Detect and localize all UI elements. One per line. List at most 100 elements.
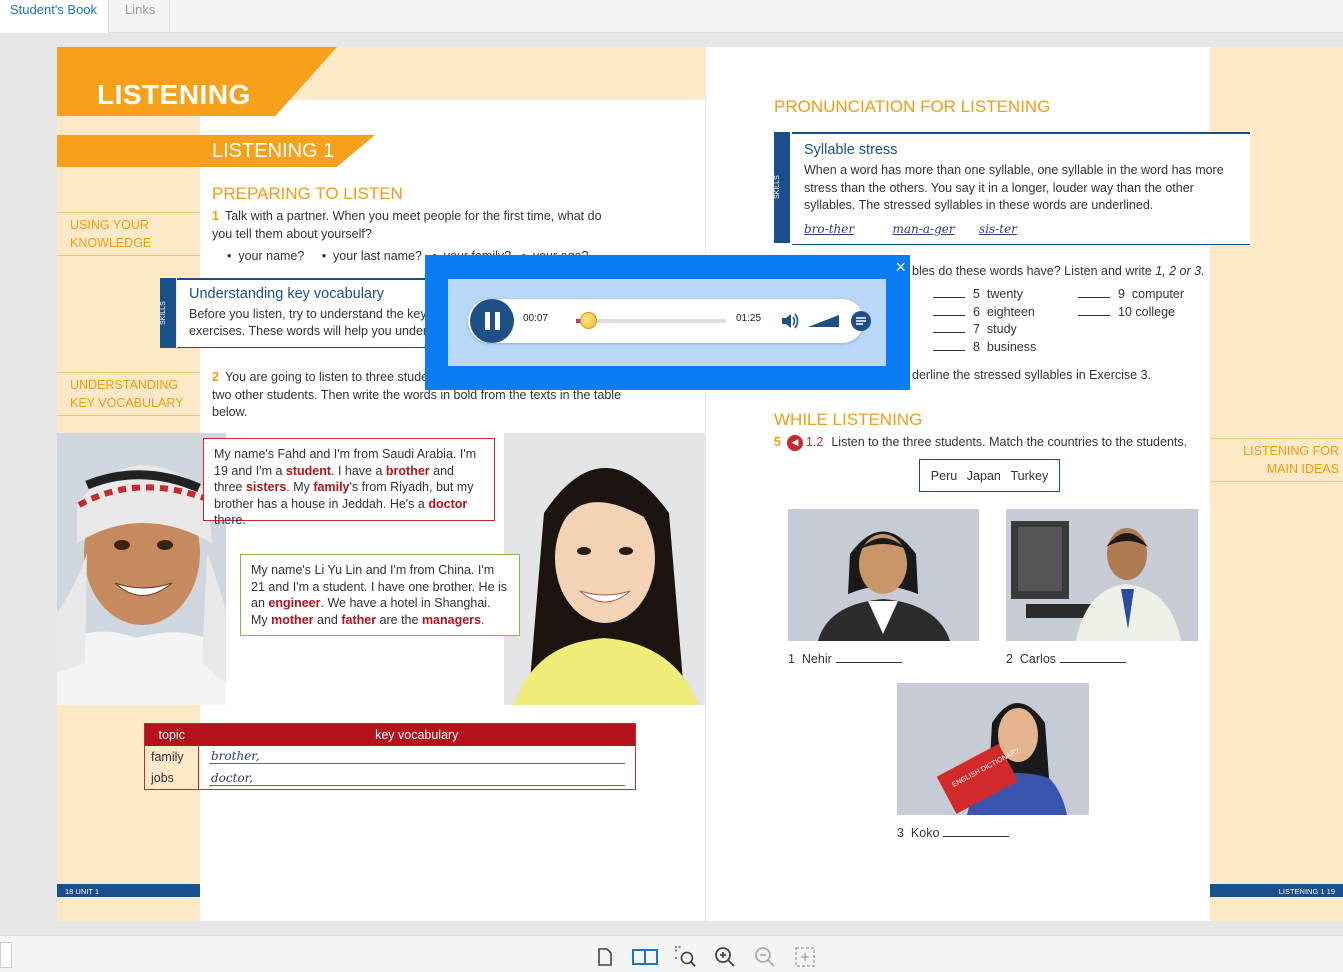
skill-title: Syllable stress	[804, 142, 898, 158]
word-item: 5 twenty	[933, 286, 1073, 304]
handwritten-answer: doctor,	[209, 771, 625, 786]
li-photo	[504, 433, 705, 705]
side-label-main-ideas: LISTENING FOR MAIN IDEAS	[1210, 438, 1343, 482]
table-row: jobs doctor,	[145, 767, 636, 790]
zoom-area-icon[interactable]	[675, 946, 697, 968]
table-header: key vocabulary	[198, 723, 636, 746]
side-label-using-knowledge: USING YOUR KNOWLEDGE	[57, 212, 200, 256]
bold-word: student	[285, 463, 332, 478]
tab-students-book[interactable]: Student's Book	[0, 0, 109, 33]
word-item: 6 eighteen	[933, 304, 1073, 322]
skill-text: When a word has more than one syllable, …	[804, 163, 1224, 212]
right-page: PRONUNCIATION FOR LISTENING SKILLS Sylla…	[706, 47, 1343, 921]
zoom-out-icon[interactable]	[754, 946, 776, 968]
audio-progress-bar[interactable]	[576, 312, 726, 329]
example-word: man-a-ger	[892, 221, 955, 236]
exercise-1: 1 Talk with a partner. When you meet peop…	[212, 208, 622, 243]
country-option: Turkey	[1010, 468, 1049, 483]
exercise-number: 1	[212, 209, 219, 223]
bullet-item: your last name?	[333, 249, 422, 263]
word-list-column-2: 9 computer 10 college	[1078, 286, 1218, 321]
word-item: 9 computer	[1078, 286, 1218, 304]
top-tab-bar: Student's Book Links	[0, 0, 1343, 33]
bold-word: doctor	[428, 496, 468, 511]
single-page-icon[interactable]	[594, 946, 616, 968]
zoom-in-icon[interactable]	[714, 946, 736, 968]
answer-blank[interactable]	[1060, 662, 1127, 663]
tab-links[interactable]: Links	[109, 0, 170, 33]
exercise-number: 2	[212, 370, 219, 384]
skill-box-syllable-stress: Syllable stress When a word has more tha…	[792, 132, 1250, 245]
bold-word: sisters	[245, 480, 287, 494]
preparing-title: PREPARING TO LISTEN	[212, 184, 403, 203]
progress-knob[interactable]	[580, 312, 598, 329]
koko-illustration: ENGLISH DICTIONARY	[897, 683, 1089, 815]
volume-slider[interactable]	[808, 314, 840, 333]
example-word: sis-ter	[979, 221, 1017, 236]
carlos-caption: 2 Carlos	[1006, 652, 1127, 666]
bold-word: father	[341, 612, 377, 627]
bold-word: engineer	[268, 596, 321, 610]
table-cell-vocab[interactable]: doctor,	[198, 767, 636, 790]
bold-word: managers	[421, 612, 481, 627]
exercise-number: 5	[774, 435, 781, 449]
answer-blank[interactable]	[943, 836, 1010, 837]
exercise-5: 5 ◀ 1.2 Listen to the three students. Ma…	[774, 434, 1187, 452]
answer-blank[interactable]	[835, 662, 902, 663]
table-header: topic	[144, 723, 199, 746]
key-vocabulary-table: topic key vocabulary family brother, job…	[144, 723, 636, 790]
tab-label: Student's Book	[10, 2, 98, 17]
audio-controls: 00:07 01:25	[468, 299, 871, 343]
fahd-photo	[57, 433, 226, 705]
bold-word: mother	[271, 612, 314, 627]
sub-banner-title: LISTENING 1	[212, 140, 335, 162]
page-footer-right: LISTENING 1 19	[1210, 884, 1343, 897]
word-item: 7 study	[933, 321, 1073, 339]
audio-track-icon[interactable]: ◀	[786, 434, 803, 451]
handwritten-answer: brother,	[209, 749, 625, 764]
nehir-illustration	[788, 509, 979, 641]
bottom-toolbar	[0, 935, 1343, 972]
tab-label: Links	[125, 2, 156, 17]
country-option: Japan	[966, 468, 1001, 483]
table-cell-vocab[interactable]: brother,	[198, 745, 636, 768]
banner-title: LISTENING	[97, 79, 251, 110]
current-time: 00:07	[523, 313, 549, 324]
left-page: LISTENING LISTENING 1 PREPARING TO LISTE…	[57, 47, 705, 921]
pause-button[interactable]	[470, 299, 514, 343]
close-icon[interactable]: ×	[895, 258, 906, 276]
track-number: 1.2	[805, 435, 824, 449]
exercise-1-text: Talk with a partner. When you meet peopl…	[212, 209, 602, 241]
transcript-icon[interactable]	[850, 310, 872, 337]
side-label-key-vocabulary: UNDERSTANDING KEY VOCABULARY	[57, 372, 200, 416]
volume-icon[interactable]	[780, 311, 800, 336]
table-cell-topic: jobs	[151, 771, 174, 786]
listening-1-banner: LISTENING 1	[57, 135, 375, 167]
fahd-speech-bubble: My name's Fahd and I'm from Saudi Arabia…	[203, 438, 495, 527]
page-footer-left: 18 UNIT 1	[57, 884, 200, 897]
table-row: family brother,	[145, 745, 636, 768]
skills-tab: SKILLS	[774, 132, 790, 243]
syllable-examples: bro-ther man-a-ger sis-ter	[804, 220, 1238, 238]
sidebar-toggle[interactable]	[0, 942, 12, 968]
table-header-row: topic key vocabulary	[144, 723, 636, 746]
pause-icon	[484, 312, 490, 330]
word-list-column-1: 5 twenty 6 eighteen 7 study 8 business	[933, 286, 1073, 356]
li-speech-bubble: My name's Li Yu Lin and I'm from China. …	[240, 554, 520, 636]
while-listening-title: WHILE LISTENING	[774, 410, 923, 429]
fit-page-icon[interactable]	[794, 946, 816, 968]
example-word: bro-ther	[804, 221, 855, 236]
audio-player-popup: × 00:07 01:25	[425, 255, 910, 390]
exercise-5-text: Listen to the three students. Match the …	[831, 435, 1188, 449]
carlos-illustration	[1006, 509, 1198, 641]
bold-word: brother	[385, 463, 430, 478]
country-option: Peru	[930, 468, 958, 483]
exercise-3-text: bles do these words have? Listen and wri…	[912, 264, 1205, 278]
exercise-4-text: derline the stressed syllables in Exerci…	[912, 368, 1152, 382]
pronunciation-title: PRONUNCIATION FOR LISTENING	[774, 97, 1051, 116]
table-cell-topic: family	[151, 749, 184, 764]
koko-caption: 3 Koko	[897, 826, 1010, 840]
double-page-icon[interactable]	[632, 946, 658, 968]
listening-banner: LISTENING	[57, 47, 337, 116]
bold-word: family	[313, 480, 350, 494]
